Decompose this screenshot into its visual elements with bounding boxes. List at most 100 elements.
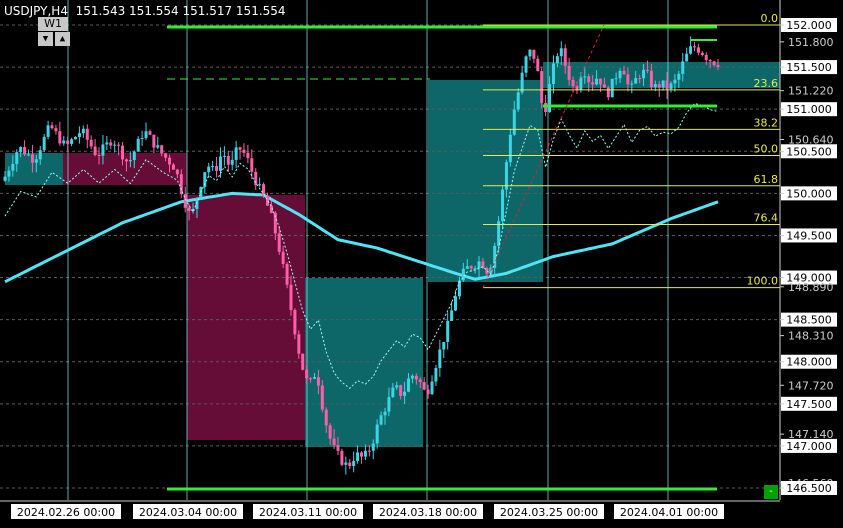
- price-label: 148.500: [786, 314, 832, 327]
- time-label: 2024.02.26 00:00: [17, 506, 115, 519]
- candle-body: [66, 140, 70, 144]
- candle-body: [614, 78, 618, 80]
- time-label: 2024.03.11 00:00: [259, 506, 357, 519]
- candle-body: [473, 268, 477, 270]
- candle-body: [618, 70, 622, 79]
- candle-body: [716, 65, 720, 67]
- candle-body: [297, 334, 301, 354]
- price-label: 150.500: [786, 145, 832, 158]
- price-label: 151.220: [788, 85, 834, 98]
- demand-zone: [428, 80, 543, 282]
- price-label: 148.890: [788, 281, 834, 294]
- candle-body: [77, 133, 81, 138]
- candle-body: [30, 154, 34, 163]
- candle-body: [309, 378, 313, 380]
- candle-body: [101, 144, 105, 156]
- candle-body: [598, 78, 602, 85]
- candle-body: [54, 128, 58, 132]
- candle-body: [46, 125, 50, 137]
- candle-body: [23, 147, 27, 155]
- candle-body: [622, 70, 626, 75]
- candle-body: [508, 134, 512, 163]
- candle-body: [168, 157, 172, 165]
- candle-body: [689, 46, 693, 54]
- demand-zone: [543, 62, 780, 88]
- candle-body: [602, 84, 606, 88]
- candle-body: [7, 170, 11, 177]
- candle-body: [121, 145, 125, 160]
- candle-body: [97, 154, 101, 156]
- candle-body: [160, 145, 164, 154]
- fib-level-label: 61.8: [754, 173, 779, 186]
- time-label: 2024.03.25 00:00: [500, 506, 598, 519]
- candle-body: [89, 139, 93, 147]
- symbol-label: USDJPY,H4: [4, 4, 68, 18]
- candle-body: [595, 78, 599, 85]
- price-label: 147.500: [786, 398, 832, 411]
- demand-zone: [305, 278, 423, 447]
- fib-level-label: 100.0: [747, 275, 779, 288]
- candle-body: [657, 84, 661, 88]
- time-label: 2024.03.18 00:00: [379, 506, 477, 519]
- candle-body: [332, 438, 336, 446]
- candle-body: [516, 92, 520, 110]
- candle-body: [238, 147, 242, 150]
- candle-body: [258, 184, 262, 186]
- candle-body: [434, 367, 438, 382]
- candle-body: [450, 310, 454, 321]
- price-label: 151.500: [786, 61, 832, 74]
- candle-body: [685, 53, 689, 62]
- candle-body: [144, 131, 148, 138]
- candle-body: [136, 138, 140, 152]
- candle-body: [316, 377, 320, 386]
- candle-body: [477, 261, 481, 269]
- time-label: 2024.03.04 00:00: [139, 506, 237, 519]
- scroll-down-button[interactable]: ▼: [38, 32, 53, 46]
- price-label: 147.720: [788, 379, 834, 392]
- candle-body: [559, 48, 563, 57]
- fib-level-label: 50.0: [754, 142, 779, 155]
- candle-body: [128, 160, 132, 162]
- candle-body: [610, 78, 614, 98]
- candle-body: [501, 189, 505, 222]
- candle-body: [234, 147, 238, 160]
- candle-body: [696, 47, 700, 53]
- candle-body: [653, 84, 657, 88]
- candle-body: [579, 77, 583, 91]
- candle-body: [371, 443, 375, 451]
- candle-body: [50, 125, 54, 129]
- timeframe-button[interactable]: W1: [38, 17, 68, 31]
- fib-level-label: 0.0: [761, 12, 779, 25]
- candle-body: [105, 142, 109, 145]
- candle-body: [704, 54, 708, 60]
- candle-body: [673, 79, 677, 84]
- candle-body: [187, 207, 191, 211]
- candle-body: [281, 251, 285, 264]
- candle-body: [109, 142, 113, 146]
- candle-body: [124, 159, 128, 162]
- trading-chart[interactable]: 0.0 23.6 38.2 50.0 61.8 76.4 100.0 152.000 151.8…: [0, 0, 843, 525]
- candle-body: [536, 58, 540, 72]
- scroll-buttons: ▼ ▲: [38, 32, 70, 46]
- candle-body: [324, 409, 328, 426]
- candle-body: [305, 369, 309, 379]
- candle-body: [262, 184, 266, 196]
- candle-body: [446, 320, 450, 342]
- candle-body: [312, 377, 316, 379]
- candle-body: [438, 349, 442, 368]
- collapse-button[interactable]: -: [764, 485, 778, 499]
- candle-body: [320, 385, 324, 410]
- candle-body: [254, 171, 258, 186]
- candle-body: [469, 266, 473, 269]
- candle-body: [15, 152, 19, 164]
- candle-body: [152, 134, 156, 148]
- candle-body: [375, 424, 379, 444]
- candle-body: [391, 387, 395, 398]
- candle-body: [528, 49, 532, 57]
- candle-body: [344, 462, 348, 465]
- scroll-up-button[interactable]: ▲: [55, 32, 70, 46]
- chart-canvas[interactable]: 0.0 23.6 38.2 50.0 61.8 76.4 100.0 152.000 151.8…: [0, 0, 843, 525]
- candle-body: [548, 84, 552, 112]
- chart-header: USDJPY,H4 151.543 151.554 151.517 151.55…: [4, 4, 286, 18]
- candle-body: [563, 48, 567, 66]
